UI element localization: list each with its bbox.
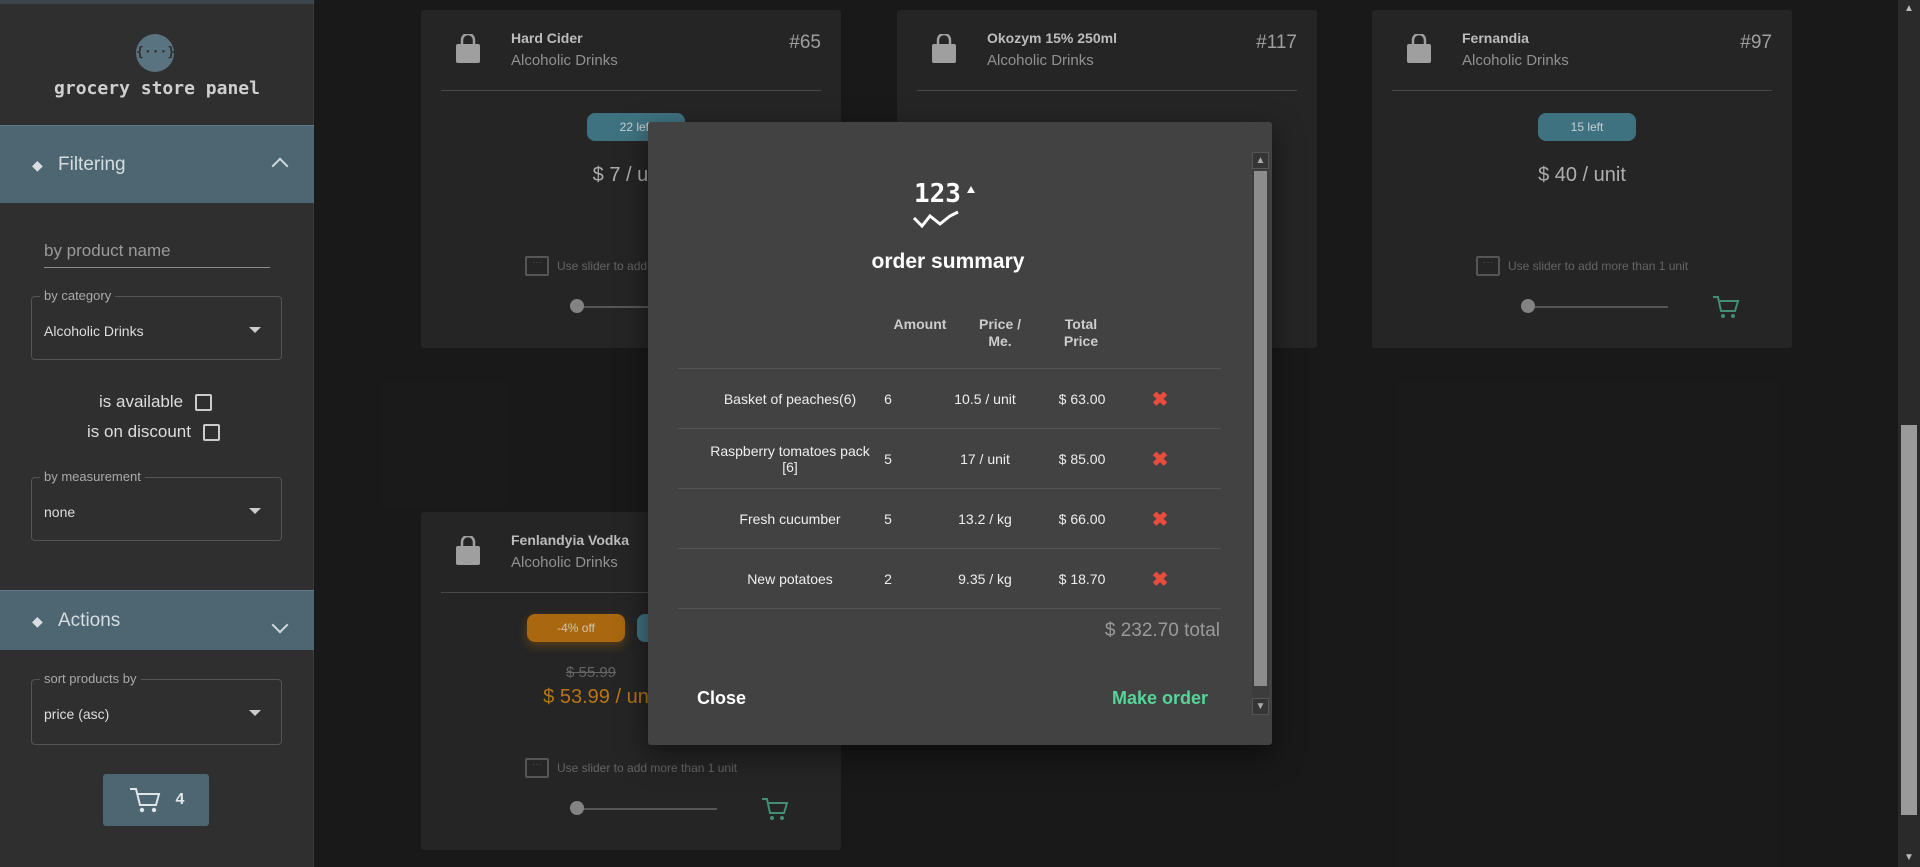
chevron-down-icon (271, 616, 289, 634)
table-row: New potatoes 2 9.35 / kg $ 18.70 ✖ (678, 549, 1221, 609)
item-name: Fresh cucumber (739, 511, 841, 527)
is-on-discount-checkbox[interactable] (202, 423, 220, 441)
is-available-row: is available (99, 392, 213, 412)
is-on-discount-label: is on discount (87, 422, 191, 441)
item-amount: 5 (884, 511, 892, 527)
item-total: $ 85.00 (1058, 451, 1106, 467)
icon-text: 123 (914, 179, 961, 209)
item-price-per: 17 / unit (960, 451, 1010, 467)
order-summary-dialog: ▲ ▼ 123 order summary Amount Price / Me.… (648, 122, 1272, 745)
sidebar: {···} grocery store panel ◆ Filtering by… (0, 0, 314, 867)
scroll-up-icon[interactable]: ▲ (1252, 152, 1269, 169)
dropdown-caret-icon (249, 327, 261, 333)
item-price-per: 9.35 / kg (958, 571, 1012, 587)
grand-total: $ 232.70 total (1104, 620, 1220, 641)
is-available-label: is available (99, 392, 184, 411)
logo-icon: {···} (136, 34, 175, 72)
item-price-per: 13.2 / kg (958, 511, 1012, 527)
category-legend: by category (40, 288, 116, 303)
filtering-label: Filtering (58, 153, 126, 175)
item-amount: 2 (884, 571, 892, 587)
item-total: $ 66.00 (1058, 511, 1106, 527)
price-per-header: Price / Me. (978, 316, 1022, 349)
remove-item-icon[interactable]: ✖ (1148, 429, 1172, 489)
item-amount: 6 (884, 391, 892, 407)
chevron-up-icon (271, 157, 289, 175)
tag-icon: ◆ (32, 156, 43, 173)
modal-title: order summary (871, 250, 1025, 273)
actions-accordion-header[interactable]: ◆ Actions (0, 590, 314, 650)
measurement-select[interactable]: by measurement none (31, 469, 282, 541)
category-select[interactable]: by category Alcoholic Drinks (31, 288, 282, 360)
sort-select[interactable]: sort products by price (asc) (31, 671, 282, 745)
scroll-thumb[interactable] (1254, 171, 1267, 686)
sort-value: price (asc) (44, 706, 110, 722)
dropdown-caret-icon (249, 710, 261, 716)
modal-scrollbar[interactable]: ▲ ▼ (1252, 152, 1269, 715)
item-name: New potatoes (747, 571, 833, 587)
item-total: $ 63.00 (1058, 391, 1106, 407)
is-available-checkbox[interactable] (195, 393, 213, 411)
remove-item-icon[interactable]: ✖ (1148, 489, 1172, 549)
tag-icon: ◆ (32, 612, 43, 629)
actions-label: Actions (58, 609, 121, 631)
measurement-value: none (44, 504, 76, 520)
scroll-down-icon[interactable]: ▼ (1252, 698, 1269, 715)
category-value: Alcoholic Drinks (44, 323, 144, 339)
sidebar-top-accent (0, 0, 314, 4)
measurement-legend: by measurement (40, 469, 145, 484)
sort-legend: sort products by (40, 671, 141, 686)
remove-item-icon[interactable]: ✖ (1148, 549, 1172, 609)
amount-header: Amount (893, 316, 947, 332)
shopping-cart-icon (129, 788, 160, 813)
table-row: Raspberry tomatoes pack [6] 5 17 / unit … (678, 429, 1221, 489)
filtering-accordion-header[interactable]: ◆ Filtering (0, 125, 314, 203)
item-total: $ 18.70 (1058, 571, 1106, 587)
cart-button[interactable]: 4 (103, 774, 209, 826)
total-price-header: Total Price (1063, 316, 1099, 349)
numbers-chart-icon: 123 (912, 179, 975, 229)
dropdown-caret-icon (249, 508, 261, 514)
item-name: Raspberry tomatoes pack [6] (710, 443, 870, 475)
table-row: Basket of peaches(6) 6 10.5 / unit $ 63.… (678, 369, 1221, 429)
is-on-discount-row: is on discount (87, 422, 220, 442)
cart-count: 4 (175, 791, 185, 808)
item-amount: 5 (884, 451, 892, 467)
item-price-per: 10.5 / unit (954, 391, 1016, 407)
page-scrollbar[interactable]: ▲ ▼ (1898, 0, 1920, 867)
product-name-input[interactable]: by product name (44, 238, 270, 268)
scroll-down-icon[interactable]: ▼ (1898, 849, 1920, 867)
item-name: Basket of peaches(6) (723, 391, 857, 407)
table-row: Fresh cucumber 5 13.2 / kg $ 66.00 ✖ (678, 489, 1221, 549)
page-scroll-thumb[interactable] (1901, 425, 1917, 815)
remove-item-icon[interactable]: ✖ (1148, 369, 1172, 429)
scroll-up-icon[interactable]: ▲ (1898, 0, 1920, 18)
make-order-button[interactable]: Make order (1112, 688, 1208, 709)
close-button[interactable]: Close (697, 688, 746, 709)
brand-title: grocery store panel (54, 78, 260, 99)
